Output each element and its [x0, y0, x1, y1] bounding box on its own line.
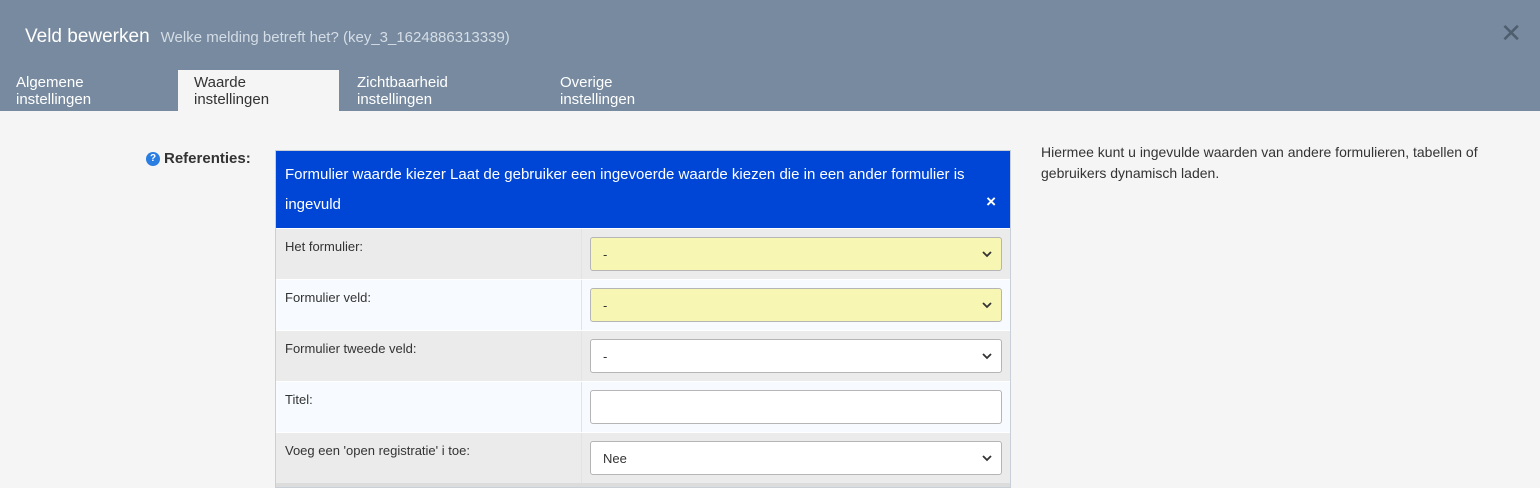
row-label: Het formulier:: [276, 229, 582, 279]
row-formulier-tweede-veld: Formulier tweede veld: -: [276, 330, 1010, 381]
help-icon[interactable]: ?: [146, 151, 160, 166]
panel-title: Formulier waarde kiezer Laat de gebruike…: [285, 166, 965, 213]
row-open-registratie: Voeg een 'open registratie' i toe: Nee: [276, 432, 1010, 483]
tab-waarde-instellingen[interactable]: Waarde instellingen: [178, 70, 339, 111]
panel-close-icon[interactable]: ×: [986, 193, 996, 210]
close-icon[interactable]: ✕: [1500, 20, 1522, 46]
formulier-tweede-veld-select[interactable]: -: [590, 339, 1002, 373]
chevron-down-icon: [982, 302, 992, 309]
title-row: Veld bewerken Welke melding betreft het?…: [25, 26, 510, 48]
select-value: -: [603, 297, 608, 313]
tab-bar: Algemene instellingen Waarde instellinge…: [0, 70, 702, 111]
row-formulier-veld: Formulier veld: -: [276, 279, 1010, 330]
panel-footer-strip: [276, 483, 1010, 487]
formulier-veld-select[interactable]: -: [590, 288, 1002, 322]
chevron-down-icon: [982, 251, 992, 258]
row-label: Titel:: [276, 382, 582, 432]
modal-header: Veld bewerken Welke melding betreft het?…: [0, 0, 1540, 111]
select-value: -: [603, 348, 608, 364]
tab-algemene-instellingen[interactable]: Algemene instellingen: [0, 70, 178, 111]
panel-header: Formulier waarde kiezer Laat de gebruike…: [276, 151, 1010, 228]
select-value: -: [603, 246, 608, 262]
tab-zichtbaarheid-instellingen[interactable]: Zichtbaarheid instellingen: [339, 70, 542, 111]
open-registratie-select[interactable]: Nee: [590, 441, 1002, 475]
tab-overige-instellingen[interactable]: Overige instellingen: [542, 70, 702, 111]
row-label: Formulier veld:: [276, 280, 582, 330]
modal-subtitle: Welke melding betreft het? (key_3_162488…: [160, 29, 510, 46]
chevron-down-icon: [982, 455, 992, 462]
het-formulier-select[interactable]: -: [590, 237, 1002, 271]
row-het-formulier: Het formulier: -: [276, 228, 1010, 279]
select-value: Nee: [603, 450, 627, 466]
row-titel: Titel:: [276, 381, 1010, 432]
titel-input[interactable]: [590, 390, 1002, 424]
chevron-down-icon: [982, 353, 992, 360]
row-label: Formulier tweede veld:: [276, 331, 582, 381]
referenties-label: ? Referenties:: [146, 150, 251, 167]
help-text: Hiermee kunt u ingevulde waarden van and…: [1041, 144, 1478, 181]
modal-title: Veld bewerken: [25, 26, 150, 47]
reference-panel: Formulier waarde kiezer Laat de gebruike…: [275, 150, 1011, 488]
referenties-label-text: Referenties:: [164, 150, 251, 167]
row-label: Voeg een 'open registratie' i toe:: [276, 433, 582, 483]
